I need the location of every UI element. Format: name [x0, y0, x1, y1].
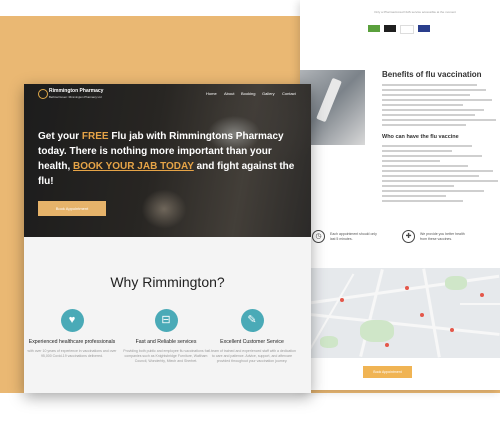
syringe-image — [316, 77, 342, 123]
feature-quick-text: Each appointment should only last 5 minu… — [330, 231, 377, 241]
partner-logo-white — [400, 25, 414, 34]
card-title: Fast and Reliable services — [135, 339, 197, 345]
clock-icon: ◷ — [312, 230, 325, 243]
partner-logo-black — [384, 25, 396, 32]
card-desc: Providing both public and employee flu v… — [123, 349, 209, 363]
location-map[interactable] — [310, 268, 500, 358]
nav-about[interactable]: About — [224, 91, 234, 96]
book-appointment-button[interactable]: Book Appointment — [38, 201, 106, 216]
free-highlight: FREE — [81, 131, 109, 142]
pill-bottle-icon: ⊟ — [154, 309, 178, 332]
pharmacy-logo-icon — [38, 89, 48, 99]
card-title: Excellent Customer Service — [220, 339, 284, 345]
who-list — [382, 145, 498, 205]
feature-health-text: We provide you better health from these … — [420, 231, 465, 241]
heart-icon: ✚ — [402, 230, 415, 243]
nav-contact[interactable]: Contact — [282, 91, 296, 96]
card-desc: A team of trained and experienced staff … — [208, 349, 296, 363]
book-jab-link[interactable]: BOOK YOUR JAB TODAY — [73, 161, 194, 172]
nav-gallery[interactable]: Gallery — [262, 91, 275, 96]
book-appointment-label: Book Appointment — [55, 206, 89, 211]
card-title: Experienced healthcare professionals — [28, 339, 116, 345]
syringe-icon: ✎ — [240, 309, 264, 332]
partner-logo-green — [368, 25, 380, 32]
benefits-heading: Benefits of flu vaccination — [382, 70, 482, 79]
who-heading: Who can have the flu vaccine — [382, 134, 459, 140]
feature-quick: ◷ Each appointment should only last 5 mi… — [312, 230, 382, 243]
why-heading: Why Rimmington? — [110, 274, 225, 290]
feature-card-service: ✎ Excellent Customer Service A team of t… — [207, 309, 297, 364]
card-desc: with over 10 years of experience in vacc… — [27, 349, 117, 358]
feature-card-fast: ⊟ Fast and Reliable services Providing b… — [121, 309, 211, 364]
benefits-list — [382, 84, 498, 129]
brand-name: Rimmington Pharmacy — [49, 88, 104, 94]
brand-tagline: Bethnal Green: Rimmington Pharmacy Ltd — [49, 95, 102, 99]
partner-logo-blue — [418, 25, 430, 32]
back-top-text: Only a Pharmacist-led NHS service access… — [374, 10, 456, 14]
back-page-mockup: Only a Pharmacist-led NHS service access… — [300, 0, 500, 390]
front-page-mockup: Rimmington Pharmacy Bethnal Green: Rimmi… — [24, 84, 311, 393]
partner-logos — [368, 25, 430, 34]
hero-section: Rimmington Pharmacy Bethnal Green: Rimmi… — [24, 84, 311, 237]
feature-card-experienced: ♥ Experienced healthcare professionals w… — [27, 309, 117, 359]
nav-booking[interactable]: Booking — [241, 91, 255, 96]
feature-health: ✚ We provide you better health from thes… — [402, 230, 472, 243]
back-book-button-label: Book Appointment — [373, 370, 402, 374]
heart-pulse-icon: ♥ — [60, 309, 84, 332]
nav-home[interactable]: Home — [206, 91, 217, 96]
back-book-button[interactable]: Book Appointment — [363, 366, 412, 378]
hero-headline: Get your FREE Flu jab with Rimmingtons P… — [38, 131, 295, 187]
